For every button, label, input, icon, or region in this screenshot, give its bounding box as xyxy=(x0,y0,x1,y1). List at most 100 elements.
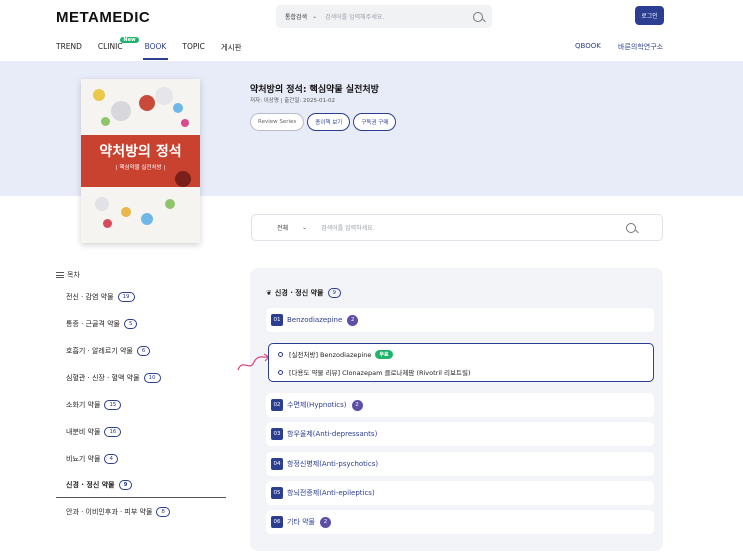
toc-item-label: 전신 · 감염 약물 xyxy=(66,293,114,301)
chapter-label: 수면제(Hypnotics) xyxy=(287,401,347,409)
book-actions: Review Series 종이책 보기 구독권 구매 xyxy=(250,113,397,131)
toc-item-count: 4 xyxy=(104,454,118,464)
toc-item-count: 19 xyxy=(117,292,135,302)
chapter-label: 항우울제(Anti-depressants) xyxy=(287,430,378,438)
chapter-sublist: [실전처방] Benzodiazepine 무료 [다용도 약물 리뷰] Clo… xyxy=(268,343,654,382)
toc-item-count: 8 xyxy=(156,507,170,517)
chapter-label: 항뇌전증제(Anti-epileptics) xyxy=(287,489,375,497)
toc-item-label: 소화기 약물 xyxy=(66,401,101,409)
search-scope-select[interactable]: 통합검색 xyxy=(285,12,307,21)
chapter-label: 항정신병제(Anti-psychotics) xyxy=(287,460,379,468)
sub-item-label: [다용도 약물 리뷰] Clonazepam 클로나제팜 (Rivotril 리… xyxy=(289,369,471,377)
toc-item[interactable]: 소화기 약물 15 xyxy=(66,400,122,410)
book-search-bar[interactable]: 전체 ⌄ 검색어를 입력하세요. xyxy=(251,214,663,241)
toc-item[interactable]: 전신 · 감염 약물 19 xyxy=(66,292,135,302)
toc-item[interactable]: 안과 · 이비인후과 · 피부 약물 8 xyxy=(66,507,170,517)
chapter-count: 2 xyxy=(347,314,359,326)
chapter-label: 기타 약물 xyxy=(287,518,315,526)
search-icon[interactable] xyxy=(626,222,636,233)
nav-institute[interactable]: 바른의학연구소 xyxy=(618,42,663,52)
toc-item[interactable]: 호흡기 · 알레르기 약물 6 xyxy=(66,346,151,356)
toc-heading-label: 목차 xyxy=(67,271,80,279)
chapter-item[interactable]: 05 항뇌전증제(Anti-epileptics) xyxy=(266,481,654,505)
chapter-number: 02 xyxy=(271,399,283,411)
nav-topic[interactable]: TOPIC xyxy=(182,42,204,53)
chapter-item[interactable]: 03 항우울제(Anti-depressants) xyxy=(266,422,654,446)
nav-clinic[interactable]: CLINIC New xyxy=(97,37,139,53)
pill-graphic xyxy=(141,213,153,225)
book-search-scope[interactable]: 전체 xyxy=(277,223,288,232)
toc-item[interactable]: 심혈관 · 신장 · 혈액 약물 10 xyxy=(66,373,161,383)
search-icon[interactable] xyxy=(473,11,483,22)
toc-item-label: 심혈관 · 신장 · 혈액 약물 xyxy=(66,374,140,382)
section-title: 신경 · 정신 약물 xyxy=(274,289,324,297)
toc-item[interactable]: 비뇨기 약물 4 xyxy=(66,454,118,464)
pill-graphic xyxy=(139,95,155,111)
new-badge: New xyxy=(120,37,139,43)
chevron-down-icon[interactable]: ⌄ xyxy=(312,13,317,20)
toc-divider xyxy=(56,497,226,498)
book-meta: 저자: 이상명 | 출간일: 2025-01-02 xyxy=(250,98,335,104)
chapter-number: 01 xyxy=(271,314,283,326)
cover-title: 약처방의 정석 xyxy=(99,144,182,160)
pill-graphic xyxy=(155,87,173,105)
bullet-icon xyxy=(278,351,283,357)
sub-item[interactable]: [다용도 약물 리뷰] Clonazepam 클로나제팜 (Rivotril 리… xyxy=(278,367,470,377)
chapter-number: 03 xyxy=(271,428,283,440)
login-button[interactable]: 로그인 xyxy=(635,6,664,25)
nav-trend[interactable]: TREND xyxy=(56,42,82,53)
pill-graphic xyxy=(101,117,110,126)
pill-graphic xyxy=(95,197,109,211)
toc-item[interactable]: 통증 · 근골격 약물 5 xyxy=(66,319,138,329)
section-heading: ❦ 신경 · 정신 약물 9 xyxy=(266,288,341,298)
review-series-button[interactable]: Review Series xyxy=(250,113,305,131)
global-search-input[interactable]: 검색어를 입력해주세요. xyxy=(325,12,473,21)
free-badge: 무료 xyxy=(375,349,393,359)
chapter-item[interactable]: 01 Benzodiazepine 2 xyxy=(266,308,654,332)
nav-qbook[interactable]: QBOOK xyxy=(575,42,601,50)
subscribe-button[interactable]: 구독권 구매 xyxy=(353,113,397,131)
pill-graphic xyxy=(181,119,189,127)
chapter-item[interactable]: 02 수면제(Hypnotics) 2 xyxy=(266,393,654,417)
pill-graphic xyxy=(121,207,131,217)
chapter-number: 04 xyxy=(271,458,283,470)
pill-graphic xyxy=(165,199,175,209)
list-icon xyxy=(56,272,64,278)
toc-heading: 목차 xyxy=(56,270,80,280)
toc-item[interactable]: 내분비 약물 16 xyxy=(66,427,122,437)
pill-graphic xyxy=(103,219,112,228)
chapter-number: 06 xyxy=(271,516,283,528)
section-count: 9 xyxy=(327,288,341,298)
nav-clinic-label: CLINIC xyxy=(97,42,123,51)
cover-subtitle: | 핵심약물 실전처방 | xyxy=(115,165,166,171)
edition-badge xyxy=(175,171,191,187)
sub-item[interactable]: [실전처방] Benzodiazepine 무료 xyxy=(278,349,393,359)
global-search-bar[interactable]: 통합검색 ⌄ 검색어를 입력해주세요. xyxy=(276,5,492,28)
book-cover: 약처방의 정석 | 핵심약물 실전처방 | xyxy=(81,79,200,243)
toc-item-label: 비뇨기 약물 xyxy=(66,455,101,463)
nav-board[interactable]: 게시판 xyxy=(221,42,242,53)
bullet-icon xyxy=(278,369,283,375)
pill-graphic xyxy=(93,89,105,101)
toc-item-count: 16 xyxy=(104,427,122,437)
pill-graphic xyxy=(111,101,131,121)
chapter-number: 05 xyxy=(271,487,283,499)
main-nav: TREND CLINIC New BOOK TOPIC 게시판 xyxy=(56,37,258,60)
toc-item-count: 6 xyxy=(136,346,151,356)
chapter-count: 2 xyxy=(351,399,363,411)
chevron-down-icon[interactable]: ⌄ xyxy=(302,224,307,231)
paper-book-button[interactable]: 종이책 보기 xyxy=(307,113,351,131)
chapter-label: Benzodiazepine xyxy=(287,316,343,324)
toc-item-count: 9 xyxy=(118,480,133,490)
site-logo[interactable]: METAMEDIC xyxy=(56,9,150,26)
toc-item-label: 내분비 약물 xyxy=(66,428,101,436)
book-search-input[interactable]: 검색어를 입력하세요. xyxy=(321,223,626,232)
toc-item-active[interactable]: 신경 · 정신 약물 9 xyxy=(66,480,133,490)
chapter-item[interactable]: 06 기타 약물 2 xyxy=(266,510,654,534)
nav-book[interactable]: BOOK xyxy=(142,42,169,60)
toc-item-count: 5 xyxy=(123,319,138,329)
book-title: 약처방의 정석: 핵심약물 실전처방 xyxy=(250,85,379,95)
toc-item-label: 호흡기 · 알레르기 약물 xyxy=(66,347,133,355)
chapter-item[interactable]: 04 항정신병제(Anti-psychotics) xyxy=(266,452,654,476)
toc-item-label: 안과 · 이비인후과 · 피부 약물 xyxy=(66,508,153,516)
